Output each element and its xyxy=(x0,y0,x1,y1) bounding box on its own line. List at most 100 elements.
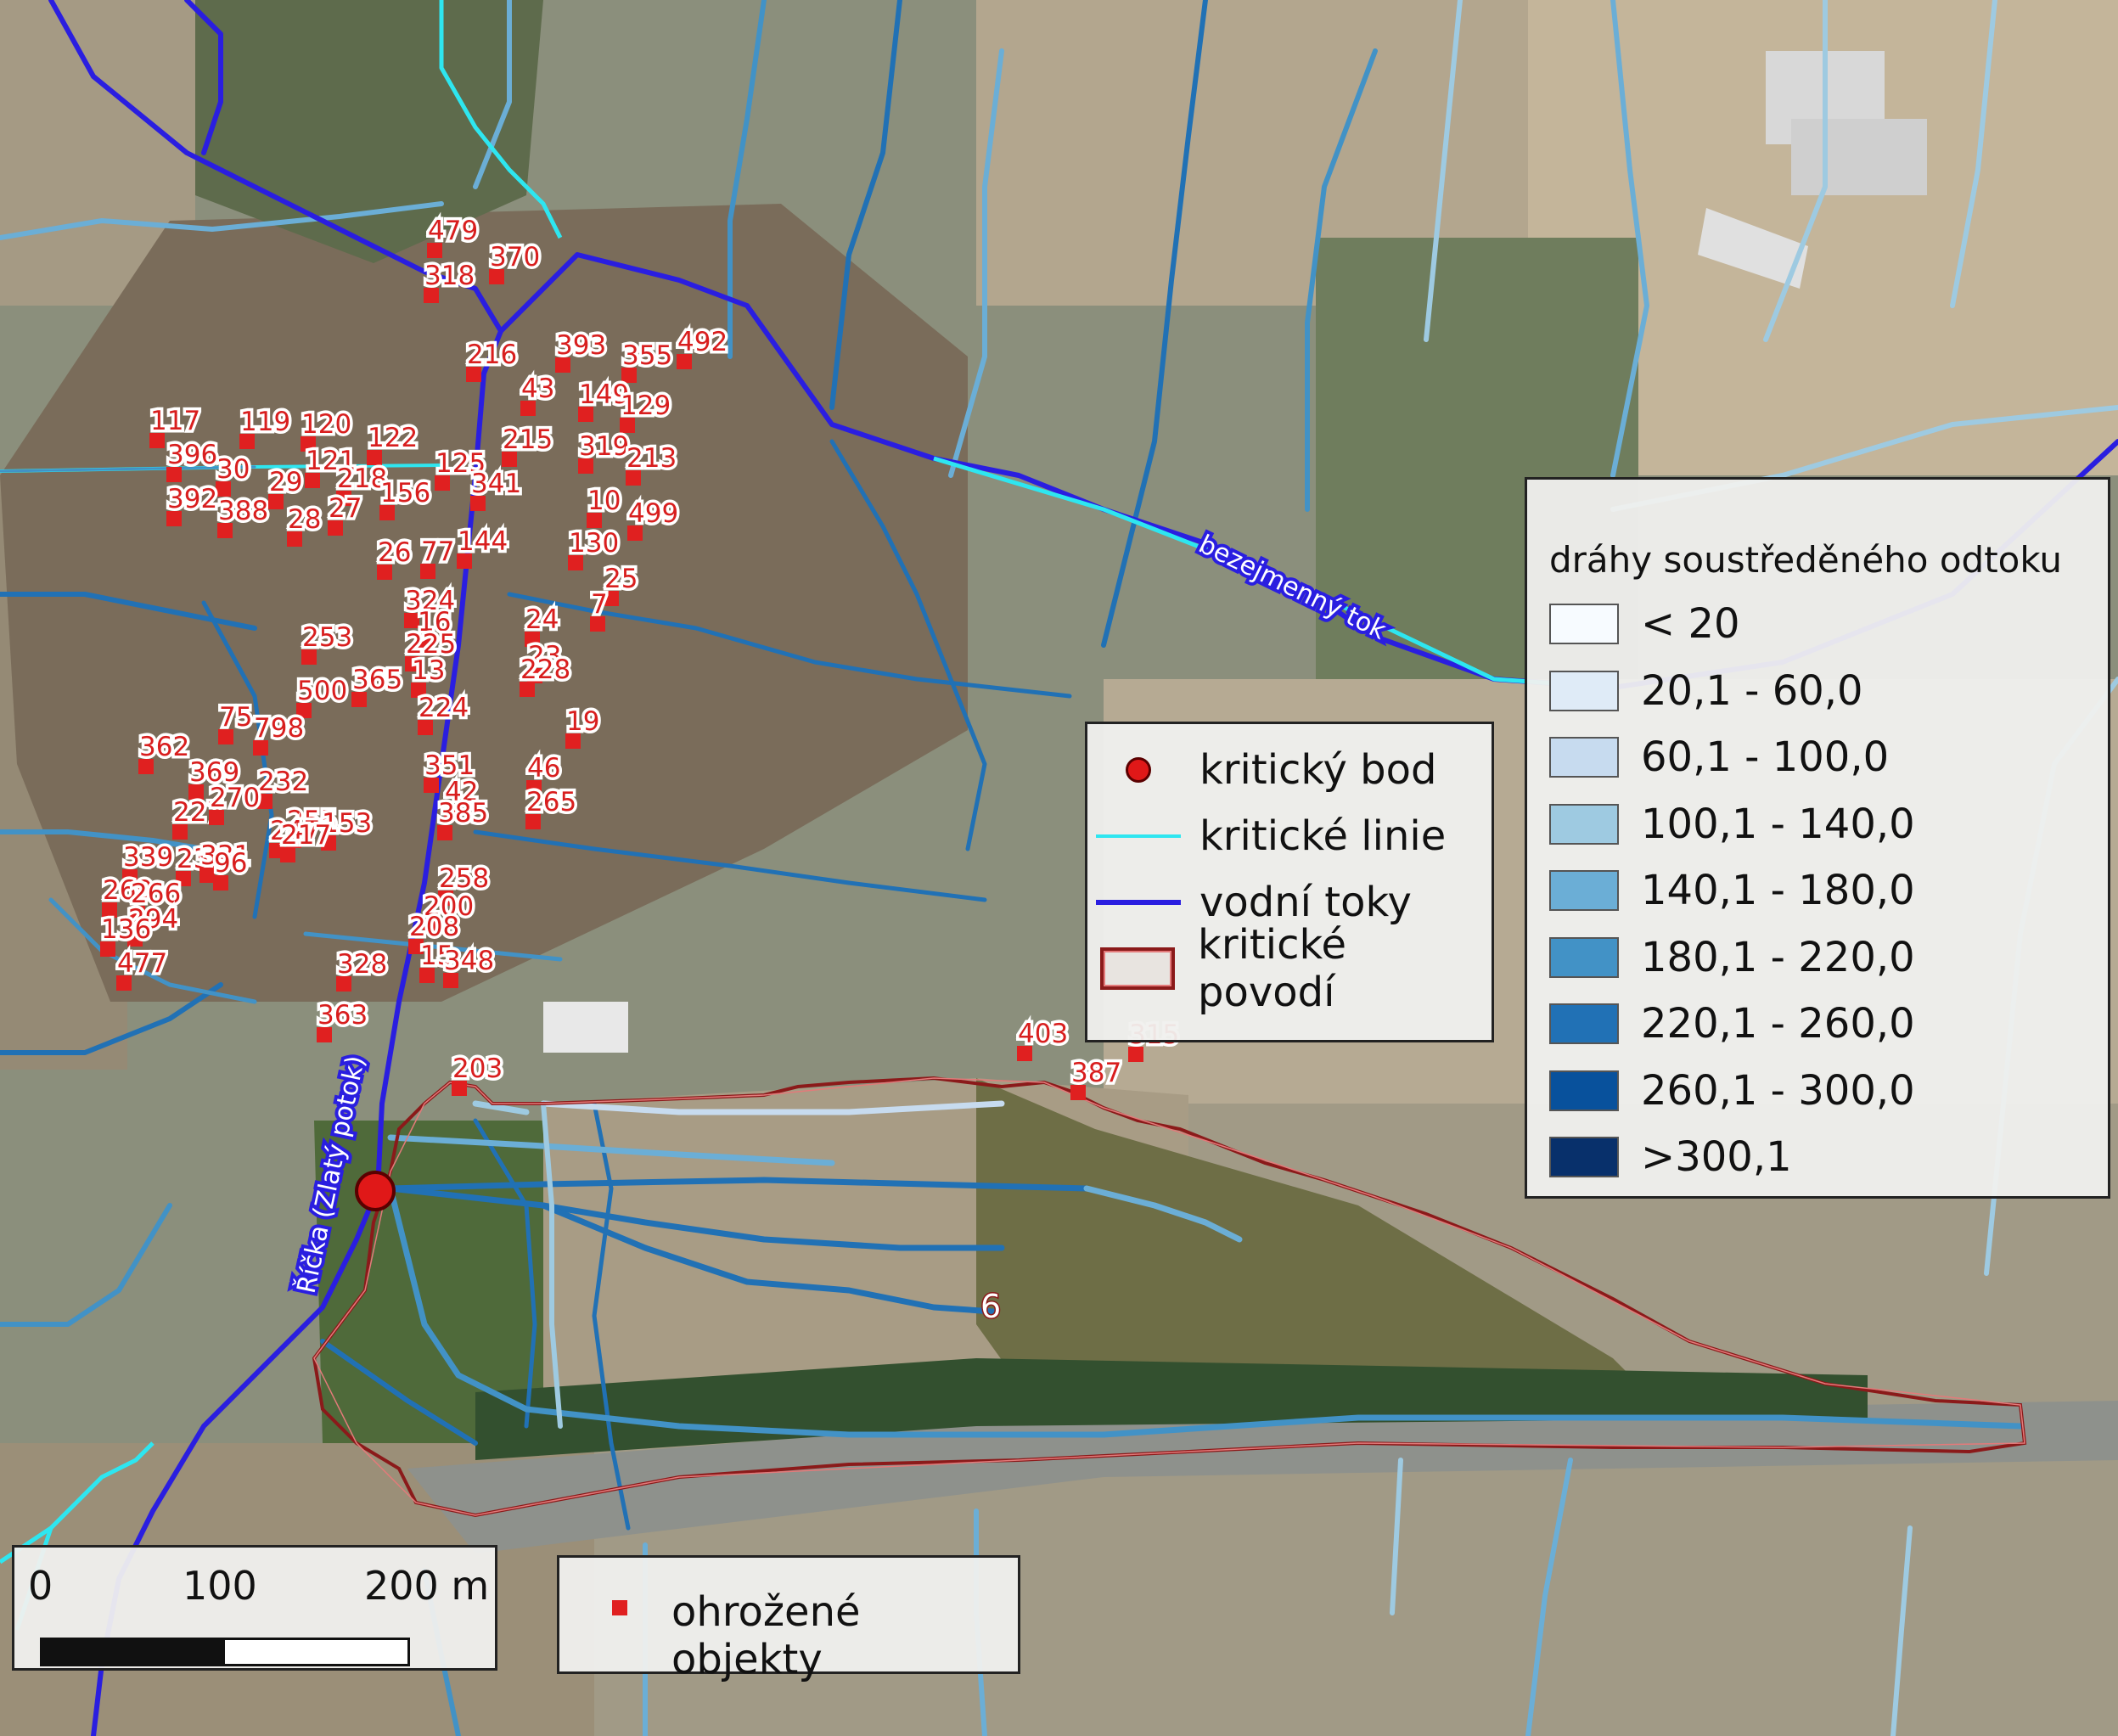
object-label: 393 xyxy=(556,330,606,361)
object-label: 26 xyxy=(378,537,411,568)
scalebar: 0 100 200 m xyxy=(12,1545,497,1671)
object-label: 46 xyxy=(527,753,560,784)
object-label: 75 xyxy=(219,702,252,733)
object-label: 25 xyxy=(604,564,638,594)
object-label: 477 xyxy=(117,948,167,979)
legend-class-row: 140,1 - 180,0 xyxy=(1549,865,1915,916)
object-label: 77 xyxy=(421,537,454,567)
legend-runoff: dráhy soustředěného odtoku < 20 20,1 - 60… xyxy=(1525,477,2110,1199)
object-label: 120 xyxy=(301,409,351,440)
object-label: 215 xyxy=(503,424,553,455)
scalebar-label-100: 100 xyxy=(183,1563,257,1609)
legend-label-objects: ohrožené objekty xyxy=(671,1588,861,1683)
legend-class-label: 60,1 - 100,0 xyxy=(1641,733,1890,781)
object-label: 119 xyxy=(240,407,290,437)
object-label: 500 xyxy=(297,676,347,706)
object-symbol xyxy=(612,1600,627,1615)
legend-item-critical-catchment: kritické povodí xyxy=(1087,921,1492,1016)
object-label: 29 xyxy=(269,467,302,497)
object-label: 224 xyxy=(419,693,469,723)
legend-class-row: 20,1 - 60,0 xyxy=(1549,666,1863,716)
object-label: 10 xyxy=(587,486,621,516)
object-label: 7 xyxy=(591,589,608,620)
object-label: 270 xyxy=(210,783,260,813)
object-label: 217 xyxy=(281,820,331,851)
object-label: 96 xyxy=(214,848,247,879)
object-label: 499 xyxy=(628,498,678,529)
object-label: 403 xyxy=(1018,1019,1068,1049)
object-label: 28 xyxy=(288,504,321,535)
object-label: 228 xyxy=(520,655,570,685)
object-label: 203 xyxy=(452,1053,503,1084)
legend-class-swatch xyxy=(1549,1137,1619,1177)
legend-class-row: 100,1 - 140,0 xyxy=(1549,799,1915,850)
legend-class-label: 220,1 - 260,0 xyxy=(1641,1000,1915,1048)
legend-class-swatch xyxy=(1549,737,1619,778)
legend-label-critical-lines: kritické linie xyxy=(1199,812,1447,860)
legend-class-row: 60,1 - 100,0 xyxy=(1549,732,1889,783)
object-label: 388 xyxy=(218,496,268,526)
critical-point[interactable] xyxy=(355,1171,396,1211)
object-label: 130 xyxy=(569,528,619,559)
object-label: 365 xyxy=(352,665,402,695)
legend-features: kritický bod kritické linie vodní toky k… xyxy=(1085,722,1494,1042)
legend-label-streams: vodní toky xyxy=(1199,879,1412,926)
legend-class-row: < 20 xyxy=(1549,598,1740,649)
legend-class-row: >300,1 xyxy=(1549,1132,1792,1183)
legend-class-swatch xyxy=(1549,936,1619,978)
object-label: 43 xyxy=(521,374,554,404)
object-label: 479 xyxy=(428,216,478,246)
legend-class-swatch xyxy=(1549,870,1619,911)
streams-symbol xyxy=(1087,900,1189,905)
legend-label-critical-point: kritický bod xyxy=(1199,746,1437,794)
object-label: 362 xyxy=(139,732,189,762)
object-label: 798 xyxy=(254,713,304,744)
object-label: 341 xyxy=(471,469,521,499)
legend-objects: ohrožené objekty xyxy=(557,1555,1020,1683)
object-label: 144 xyxy=(458,526,508,557)
object-label: 24 xyxy=(525,604,559,635)
legend-class-label: 20,1 - 60,0 xyxy=(1641,666,1863,715)
legend-class-swatch xyxy=(1549,604,1619,644)
object-label: 122 xyxy=(368,423,418,453)
critical-catchment-symbol xyxy=(1087,947,1188,990)
legend-class-label: 100,1 - 140,0 xyxy=(1641,800,1915,848)
object-label: 19 xyxy=(566,706,599,737)
legend-class-swatch xyxy=(1549,1070,1619,1111)
object-label: 258 xyxy=(439,863,489,894)
object-label: 27 xyxy=(329,493,362,524)
object-label: 355 xyxy=(622,340,672,371)
legend-item-critical-lines: kritické linie xyxy=(1087,809,1446,863)
object-label: 318 xyxy=(424,261,475,291)
object-label: 392 xyxy=(167,484,217,514)
scalebar-bar xyxy=(40,1638,410,1666)
object-label: 216 xyxy=(467,340,517,370)
object-label: 129 xyxy=(621,390,671,421)
object-label: 13 xyxy=(412,655,445,686)
object-label: 339 xyxy=(123,842,173,873)
object-label: 265 xyxy=(526,787,576,817)
object-label: 213 xyxy=(626,443,677,474)
object-label: 117 xyxy=(150,406,200,436)
critical-point-symbol xyxy=(1087,757,1189,783)
object-label: 136 xyxy=(101,914,151,945)
legend-class-swatch xyxy=(1549,670,1619,711)
object-label: 232 xyxy=(258,767,308,797)
legend-label-critical-catchment: kritické povodí xyxy=(1198,921,1347,1016)
object-label: 348 xyxy=(444,946,494,976)
legend-class-label: 260,1 - 300,0 xyxy=(1641,1066,1915,1115)
object-label: 253 xyxy=(302,622,352,653)
object-label: 363 xyxy=(317,1000,368,1031)
object-label: 156 xyxy=(380,478,430,508)
object-label: 30 xyxy=(216,454,250,485)
object-label: 370 xyxy=(490,242,540,272)
object-label: 492 xyxy=(677,327,728,357)
legend-class-label: >300,1 xyxy=(1641,1133,1792,1181)
legend-class-label: 140,1 - 180,0 xyxy=(1641,867,1915,914)
scalebar-label-200: 200 m xyxy=(364,1563,490,1609)
legend-class-swatch xyxy=(1549,803,1619,845)
legend-class-swatch xyxy=(1549,1003,1619,1044)
object-label: 328 xyxy=(337,949,387,980)
object-label: 385 xyxy=(438,798,488,829)
object-label: 387 xyxy=(1071,1058,1121,1088)
